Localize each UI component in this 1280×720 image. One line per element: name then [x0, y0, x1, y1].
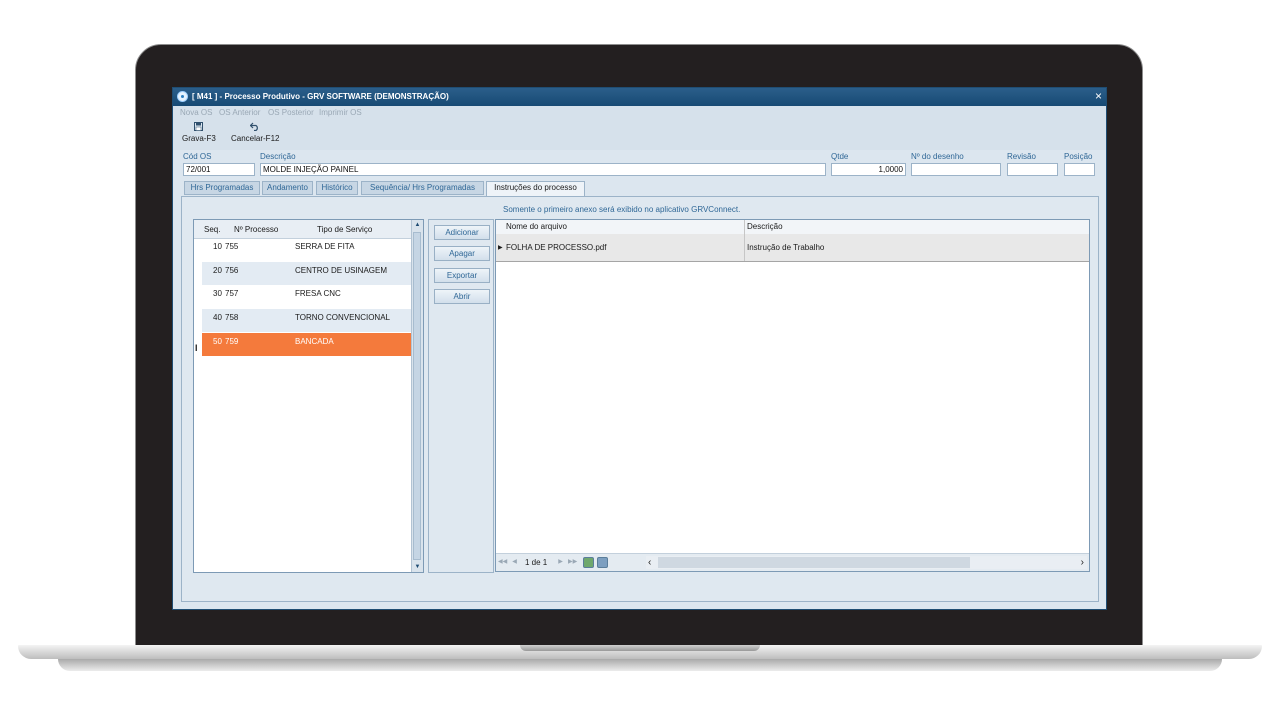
servico-cell: CENTRO DE USINAGEM [295, 266, 388, 275]
undo-arrow-icon [231, 122, 279, 134]
grid-navigator: ◀◀ ◀ 1 de 1 ▶ ▶▶ ‹ › [496, 553, 1089, 571]
menu-nova-os[interactable]: Nova OS [180, 108, 212, 117]
processo-cell: 757 [225, 289, 239, 298]
revisao-field[interactable] [1007, 163, 1058, 176]
attachments-grid-header: Nome do arquivo Descrição [496, 220, 1089, 235]
save-button[interactable]: Grava-F3 [182, 122, 216, 143]
close-icon[interactable]: × [1095, 89, 1102, 103]
processo-cell: 758 [225, 313, 239, 322]
print-icon[interactable] [597, 557, 608, 568]
servico-cell: TORNO CONVENCIONAL [295, 313, 390, 322]
export-excel-icon[interactable] [583, 557, 594, 568]
last-page-icon[interactable]: ▶▶ [568, 558, 577, 567]
apagar-button[interactable]: Apagar [434, 246, 490, 261]
floppy-disk-icon [182, 122, 216, 134]
cancel-button[interactable]: Cancelar-F12 [231, 122, 279, 143]
menu-imprimir-os[interactable]: Imprimir OS [319, 108, 362, 117]
descricao-cell: Instrução de Trabalho [747, 243, 825, 252]
seq-cell: 30 [213, 289, 222, 298]
table-row[interactable]: 20 756 CENTRO DE USINAGEM [202, 262, 411, 285]
toolbar: Grava-F3 Cancelar-F12 [173, 120, 1106, 150]
desenho-label: Nº do desenho [911, 152, 964, 161]
table-row[interactable]: 10 755 SERRA DE FITA [202, 238, 411, 261]
action-buttons-panel: Adicionar Apagar Exportar Abrir [428, 219, 494, 573]
scroll-left-icon[interactable]: ‹ [648, 556, 651, 569]
processo-cell: 756 [225, 266, 239, 275]
cancel-label: Cancelar-F12 [231, 134, 280, 143]
vertical-scrollbar[interactable]: ▲ ▼ [411, 220, 423, 572]
scroll-up-icon[interactable]: ▲ [412, 220, 423, 230]
posicao-field[interactable] [1064, 163, 1095, 176]
save-label: Grava-F3 [182, 134, 216, 143]
descricao-label: Descrição [260, 152, 296, 161]
qtde-label: Qtde [831, 152, 849, 161]
descricao-field[interactable]: MOLDE INJEÇÃO PAINEL [260, 163, 826, 176]
hscroll-thumb[interactable] [658, 557, 970, 568]
seq-cell: 40 [213, 313, 222, 322]
row-pointer-icon: ▶ [498, 245, 503, 251]
process-grid: Seq. Nº Processo Tipo de Serviço 10 755 … [193, 219, 424, 573]
servico-cell: BANCADA [295, 337, 334, 346]
posicao-label: Posição [1064, 152, 1093, 161]
table-row[interactable]: ▶ FOLHA DE PROCESSO.pdf Instrução de Tra… [496, 234, 1089, 262]
descricao-header[interactable]: Descrição [747, 222, 783, 231]
servico-cell: SERRA DE FITA [295, 242, 355, 251]
servico-header[interactable]: Tipo de Serviço [317, 225, 372, 234]
tab-sequencia[interactable]: Sequência/ Hrs Programadas [361, 181, 484, 195]
cod-os-field[interactable]: 72/001 [183, 163, 255, 176]
processo-cell: 755 [225, 242, 239, 251]
scroll-right-icon[interactable]: › [1081, 556, 1084, 569]
table-row[interactable]: 40 758 TORNO CONVENCIONAL [202, 309, 411, 332]
page-indicator: 1 de 1 [525, 558, 548, 567]
revisao-label: Revisão [1007, 152, 1036, 161]
qtde-field[interactable]: 1,0000 [831, 163, 906, 176]
tab-instrucoes[interactable]: Instruções do processo [486, 181, 585, 196]
arquivo-header[interactable]: Nome do arquivo [506, 222, 567, 231]
row-indicator: I [195, 343, 198, 353]
servico-cell: FRESA CNC [295, 289, 341, 298]
arquivo-cell: FOLHA DE PROCESSO.pdf [506, 243, 607, 252]
scroll-thumb[interactable] [413, 232, 421, 560]
cod-os-label: Cód OS [183, 152, 212, 161]
exportar-button[interactable]: Exportar [434, 268, 490, 283]
processo-cell: 759 [225, 337, 239, 346]
menu-bar: Nova OS OS Anterior OS Posterior Imprimi… [173, 106, 1106, 120]
menu-os-anterior[interactable]: OS Anterior [219, 108, 260, 117]
window-title: [ M41 ] - Processo Produtivo - GRV SOFTW… [192, 92, 449, 101]
seq-cell: 20 [213, 266, 222, 275]
tab-historico[interactable]: Histórico [316, 181, 358, 195]
app-icon [177, 91, 188, 102]
desenho-field[interactable] [911, 163, 1001, 176]
seq-cell: 10 [213, 242, 222, 251]
scroll-down-icon[interactable]: ▼ [412, 562, 423, 572]
seq-cell: 50 [213, 337, 222, 346]
tab-andamento[interactable]: Andamento [262, 181, 313, 195]
tab-hrs-programadas[interactable]: Hrs Programadas [184, 181, 260, 195]
app-window: [ M41 ] - Processo Produtivo - GRV SOFTW… [172, 87, 1107, 610]
abrir-button[interactable]: Abrir [434, 289, 490, 304]
table-row[interactable]: 30 757 FRESA CNC [202, 285, 411, 308]
process-grid-header: Seq. Nº Processo Tipo de Serviço [194, 220, 411, 239]
prev-page-icon[interactable]: ◀ [510, 558, 519, 567]
menu-os-posterior[interactable]: OS Posterior [268, 108, 314, 117]
first-page-icon[interactable]: ◀◀ [498, 558, 507, 567]
title-bar: [ M41 ] - Processo Produtivo - GRV SOFTW… [173, 88, 1106, 106]
attachments-grid: Nome do arquivo Descrição ▶ FOLHA DE PRO… [495, 219, 1090, 572]
seq-header[interactable]: Seq. [204, 225, 220, 234]
table-row-selected[interactable]: 50 759 BANCADA [202, 333, 411, 356]
adicionar-button[interactable]: Adicionar [434, 225, 490, 240]
next-page-icon[interactable]: ▶ [556, 558, 565, 567]
horizontal-scrollbar[interactable]: ‹ › [646, 556, 1087, 569]
grvconnect-note: Somente o primeiro anexo será exibido no… [503, 205, 741, 214]
processo-header[interactable]: Nº Processo [234, 225, 278, 234]
laptop-hinge-notch [520, 645, 760, 651]
column-divider [744, 220, 745, 261]
